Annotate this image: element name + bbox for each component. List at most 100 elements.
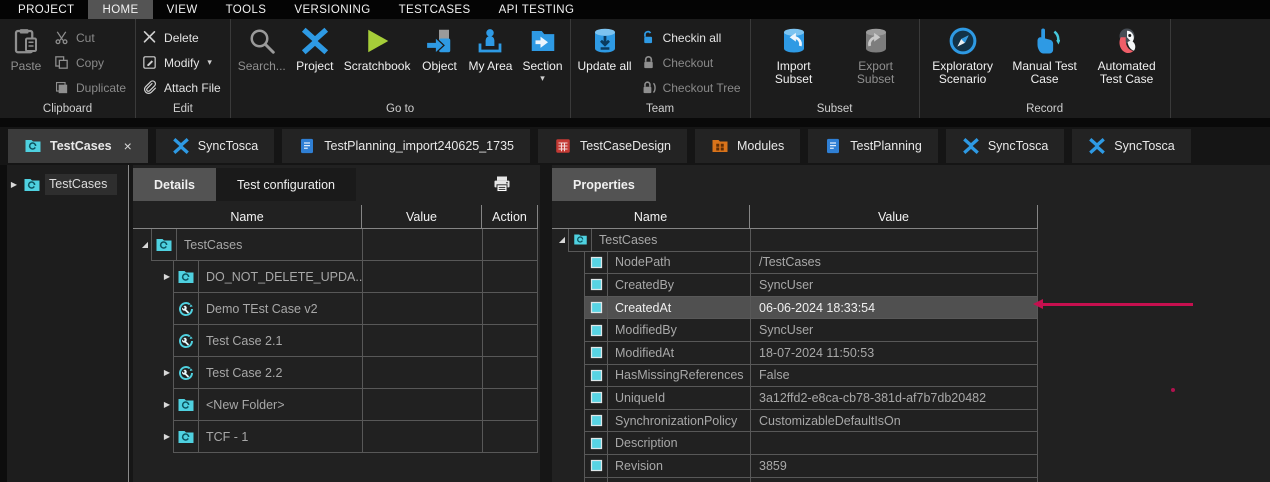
doc-tab-synctosca-1[interactable]: SyncTosca xyxy=(156,129,274,163)
modify-button[interactable]: Modify▾ xyxy=(139,50,227,75)
property-name: TestCases xyxy=(592,229,750,252)
project-button[interactable]: Project xyxy=(292,21,338,73)
property-value xyxy=(750,478,1038,482)
property-row-modifiedat[interactable]: ModifiedAt18-07-2024 11:50:53 xyxy=(552,342,1038,365)
exploratory-scenario-button[interactable]: Exploratory Scenario xyxy=(923,21,1003,86)
sidebar-splitter[interactable] xyxy=(128,165,129,482)
property-row-description[interactable]: Description xyxy=(552,432,1038,455)
ribbon-group-team: Update allCheckin allCheckoutCheckout Tr… xyxy=(571,19,751,118)
tosca-icon xyxy=(172,137,190,155)
property-row-synchronizationpolicy[interactable]: SynchronizationPolicyCustomizableDefault… xyxy=(552,410,1038,433)
property-row-createdat[interactable]: CreatedAt06-06-2024 18:33:54 xyxy=(552,297,1038,320)
ribbon: PasteCutCopyDuplicateClipboardDeleteModi… xyxy=(0,19,1270,118)
tree-row-testcases[interactable]: ◢TestCases xyxy=(133,229,538,261)
group-label-record: Record xyxy=(923,102,1167,118)
doc-tab-synctosca-7[interactable]: SyncTosca xyxy=(1072,129,1190,163)
ribbon-bottom-strip xyxy=(0,118,1270,127)
menu-bar: PROJECTHOMEVIEWTOOLSVERSIONINGTESTCASESA… xyxy=(0,0,1270,19)
menu-item-view[interactable]: VIEW xyxy=(153,0,212,19)
menu-item-home[interactable]: HOME xyxy=(88,0,152,19)
attach-file-button[interactable]: Attach File xyxy=(139,75,227,100)
ribbon-group-subset: Import SubsetExport SubsetSubset xyxy=(751,19,920,118)
prop-square-icon xyxy=(589,323,604,338)
tree-node-value xyxy=(362,229,482,261)
property-row-revision[interactable]: Revision3859 xyxy=(552,455,1038,478)
tree-row-new-folder[interactable]: ▶<New Folder> xyxy=(133,389,538,421)
cut-button[interactable]: Cut xyxy=(51,25,132,50)
property-row-modifiedby[interactable]: ModifiedBySyncUser xyxy=(552,319,1038,342)
export-subset-button[interactable]: Export Subset xyxy=(836,21,916,86)
property-value xyxy=(750,432,1038,455)
checkin-all-button[interactable]: Checkin all xyxy=(638,25,747,50)
scratchbook-button[interactable]: Scratchbook xyxy=(340,21,415,73)
prop-square-icon xyxy=(589,300,604,315)
prop-square-icon xyxy=(589,436,604,451)
tree-row-test-case-2-1[interactable]: Test Case 2.1 xyxy=(133,325,538,357)
doc-tab-modules-4[interactable]: Modules xyxy=(695,129,800,163)
tree-node-value xyxy=(362,357,482,389)
lock-icon xyxy=(640,54,657,71)
expander-icon[interactable]: ◢ xyxy=(142,241,148,249)
property-row-hasmissingreferences[interactable]: HasMissingReferencesFalse xyxy=(552,365,1038,388)
expander-icon[interactable]: ▶ xyxy=(164,401,170,409)
property-name: NodePath xyxy=(608,252,750,275)
menu-item-project[interactable]: PROJECT xyxy=(4,0,88,19)
checkout-button[interactable]: Checkout xyxy=(638,50,747,75)
tab-close-icon[interactable]: × xyxy=(124,138,132,154)
tree-node-action xyxy=(482,293,538,325)
db-update-icon xyxy=(590,26,620,56)
import-subset-button[interactable]: Import Subset xyxy=(754,21,834,86)
expander-icon[interactable]: ▶ xyxy=(7,181,21,189)
tab-test-configuration[interactable]: Test configuration xyxy=(216,168,356,201)
doc-tab-testplanning-5[interactable]: TestPlanning xyxy=(808,129,938,163)
copy-icon xyxy=(53,54,70,71)
ribbon-group-edit: DeleteModify▾Attach File Edit xyxy=(136,19,231,118)
expander-icon[interactable]: ▶ xyxy=(164,273,170,281)
tree-row-tcf-1[interactable]: ▶TCF - 1 xyxy=(133,421,538,453)
tree-row-do-not-delete-upda[interactable]: ▶DO_NOT_DELETE_UPDA... xyxy=(133,261,538,293)
update-all-button[interactable]: Update all xyxy=(574,21,636,73)
checkout-tree-button[interactable]: Checkout Tree xyxy=(638,75,747,100)
property-row-createdby[interactable]: CreatedBySyncUser xyxy=(552,274,1038,297)
delete-button[interactable]: Delete xyxy=(139,25,227,50)
search-button[interactable]: Search... xyxy=(234,21,290,73)
expander-icon[interactable]: ▶ xyxy=(164,369,170,377)
prop-square-icon xyxy=(589,345,604,360)
copy-button[interactable]: Copy xyxy=(51,50,132,75)
testcase-tree: ◢TestCases▶DO_NOT_DELETE_UPDA...Demo TEs… xyxy=(133,229,538,453)
property-row-nodepath[interactable]: NodePath/TestCases xyxy=(552,252,1038,275)
compass-icon xyxy=(948,26,978,56)
properties-root-row[interactable]: ◢ TestCases xyxy=(552,229,1038,252)
duplicate-button[interactable]: Duplicate xyxy=(51,75,132,100)
expander-icon[interactable]: ◢ xyxy=(559,236,565,244)
section-button[interactable]: Section▾ xyxy=(518,21,566,82)
tree-row-demo-test-case-v2[interactable]: Demo TEst Case v2 xyxy=(133,293,538,325)
sidebar-item-testcases[interactable]: ▶TestCases xyxy=(7,174,128,195)
tree-node-action xyxy=(482,261,538,293)
tab-details[interactable]: Details xyxy=(133,168,216,201)
property-value: SyncUser xyxy=(750,274,1038,297)
sidebar-tree: ▶TestCases xyxy=(7,165,128,482)
doc-tab-testcases-0[interactable]: TestCases× xyxy=(8,129,148,163)
menu-item-testcases[interactable]: TESTCASES xyxy=(385,0,485,19)
menu-item-tools[interactable]: TOOLS xyxy=(212,0,281,19)
modify-icon xyxy=(141,54,158,71)
paste-button[interactable]: Paste xyxy=(3,21,49,73)
property-row-uniqueid[interactable]: UniqueId3a12ffd2-e8ca-cb78-381d-af7b7db2… xyxy=(552,387,1038,410)
my-area-button[interactable]: My Area xyxy=(464,21,516,73)
doc-tab-synctosca-6[interactable]: SyncTosca xyxy=(946,129,1064,163)
menu-item-versioning[interactable]: VERSIONING xyxy=(280,0,384,19)
myarea-icon xyxy=(475,26,505,56)
automated-test-case-button[interactable]: Automated Test Case xyxy=(1087,21,1167,86)
manual-test-case-button[interactable]: Manual Test Case xyxy=(1005,21,1085,86)
object-button[interactable]: Object xyxy=(416,21,462,73)
doc-tab-testcasedesign-3[interactable]: TestCaseDesign xyxy=(538,129,687,163)
expander-icon[interactable]: ▶ xyxy=(164,433,170,441)
group-label-edit: Edit xyxy=(139,102,227,118)
print-button[interactable] xyxy=(491,174,513,194)
menu-item-api-testing[interactable]: API TESTING xyxy=(485,0,589,19)
annotation-arrow xyxy=(1042,303,1193,306)
doc-tab-testplanning-import240625-1735-2[interactable]: TestPlanning_import240625_1735 xyxy=(282,129,530,163)
tab-properties[interactable]: Properties xyxy=(552,168,656,201)
tree-row-test-case-2-2[interactable]: ▶Test Case 2.2 xyxy=(133,357,538,389)
